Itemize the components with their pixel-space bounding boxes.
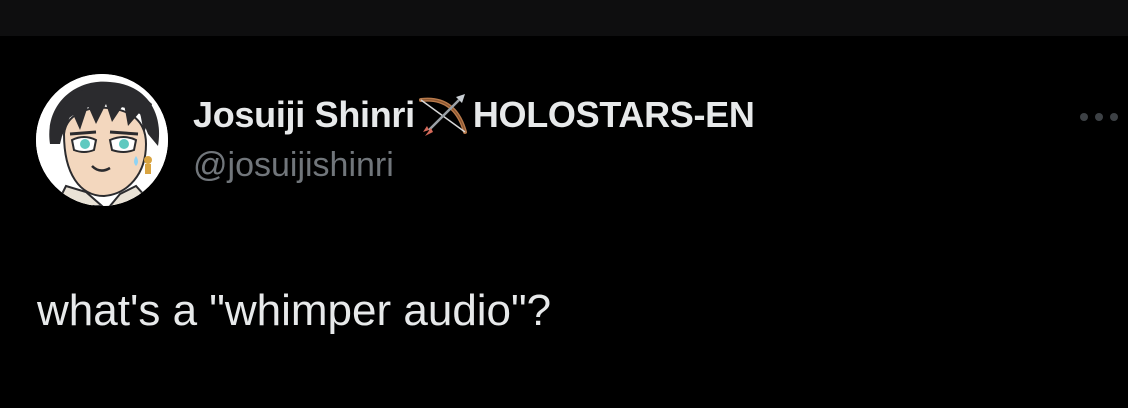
top-bar [0,0,1128,36]
author-handle[interactable]: @josuijishinri [193,146,394,185]
more-dot [1110,113,1118,121]
more-dot [1095,113,1103,121]
author-affiliation: HOLOSTARS-EN [472,94,755,135]
author-display-name[interactable]: Josuiji Shinri [193,94,415,136]
more-dot [1080,113,1088,121]
more-dots-icon[interactable] [1080,102,1128,132]
avatar-illustration [36,74,168,206]
author-name-row: Josuiji Shinri HOLOSTARS-EN [193,90,755,140]
tweet-card: Josuiji Shinri HOLOSTARS-EN @josuijishin… [0,36,1128,408]
tweet-text: what's a "whimper audio"? [37,286,552,335]
bow-and-arrow-icon [415,90,471,140]
author-avatar[interactable] [36,74,168,206]
